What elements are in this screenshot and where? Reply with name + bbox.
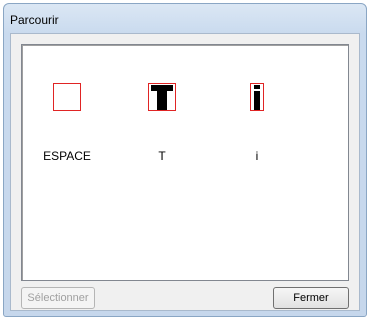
- i-glyph-icon: [254, 85, 260, 89]
- glyph-label-t: T: [158, 149, 166, 163]
- dialog-body: ESPACE T i Sélectionner Fermer: [10, 33, 360, 311]
- glyph-label-espace: ESPACE: [43, 149, 91, 163]
- glyph-label-i: i: [255, 149, 259, 163]
- select-button[interactable]: Sélectionner: [21, 287, 95, 309]
- glyph-preview-area[interactable]: ESPACE T i: [21, 44, 349, 281]
- browse-dialog: Parcourir ESPACE T i Sélectionner Fermer: [3, 3, 367, 317]
- glyph-tile-i[interactable]: [250, 83, 264, 111]
- glyph-tile-espace[interactable]: [53, 83, 81, 111]
- glyph-tile-t[interactable]: [148, 83, 176, 111]
- close-button[interactable]: Fermer: [273, 287, 349, 309]
- dialog-title: Parcourir: [10, 13, 59, 27]
